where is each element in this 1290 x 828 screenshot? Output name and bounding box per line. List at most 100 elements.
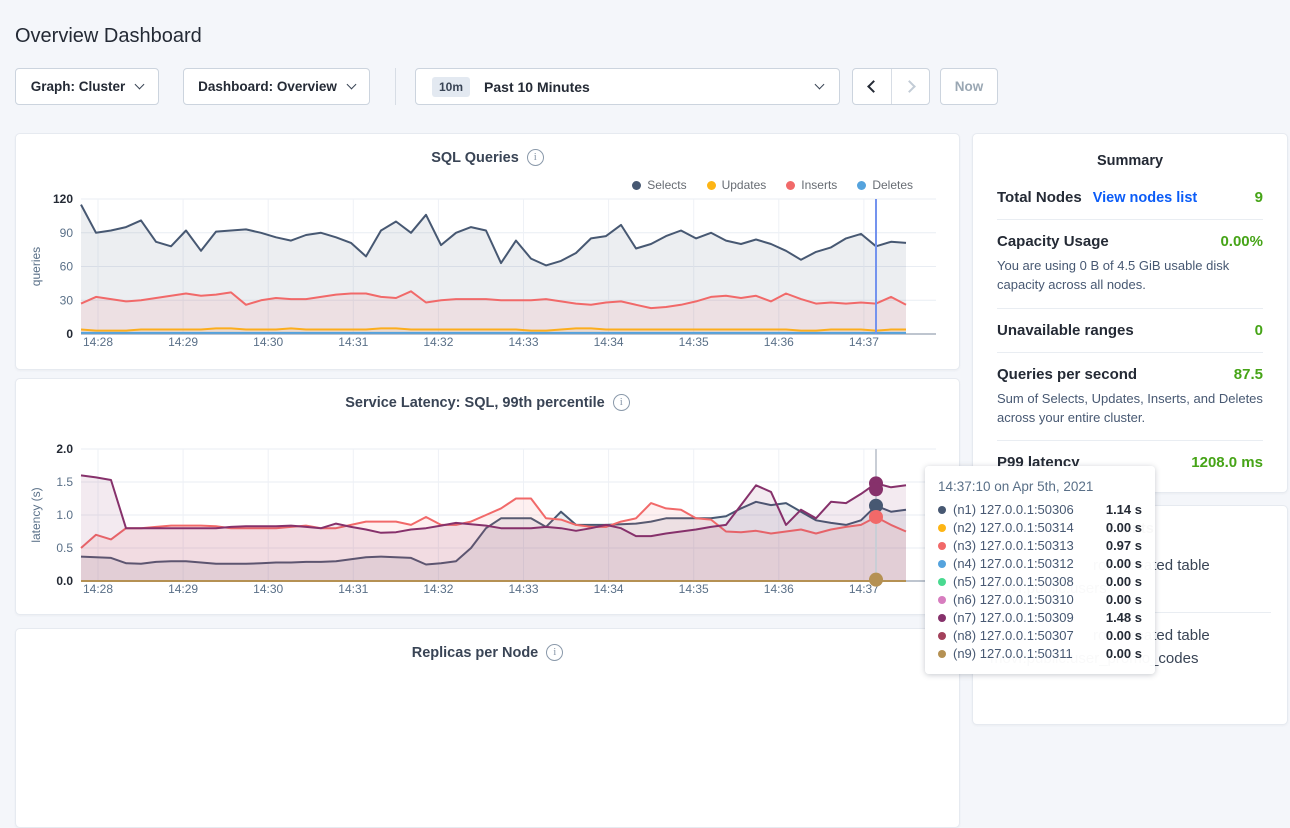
legend-label: Inserts — [801, 178, 837, 192]
service-latency-chart[interactable]: 0.00.51.01.52.014:2814:2914:3014:3114:32… — [16, 379, 961, 616]
tooltip-node-label: (n2) 127.0.0.1:50314 — [953, 519, 1074, 537]
summary-row-value: 0.00% — [1220, 233, 1263, 250]
tooltip-rows: (n1) 127.0.0.1:503061.14 s(n2) 127.0.0.1… — [938, 501, 1142, 663]
legend-label: Updates — [722, 178, 767, 192]
chevron-down-icon — [815, 80, 825, 90]
tooltip-node-label: (n6) 127.0.0.1:50310 — [953, 591, 1074, 609]
tooltip-node-value: 0.00 s — [1106, 591, 1142, 609]
svg-text:14:32: 14:32 — [423, 335, 453, 349]
svg-text:0.5: 0.5 — [56, 541, 73, 555]
summary-row-head: Queries per second87.5 — [997, 366, 1263, 383]
info-icon[interactable]: i — [527, 149, 544, 166]
svg-text:14:28: 14:28 — [83, 582, 113, 596]
svg-text:14:37: 14:37 — [849, 335, 879, 349]
chevron-down-icon — [346, 80, 356, 90]
time-range-label: Past 10 Minutes — [484, 79, 590, 95]
divider — [395, 68, 396, 105]
time-nav-group — [852, 68, 930, 105]
page-title: Overview Dashboard — [15, 25, 202, 48]
svg-text:queries: queries — [29, 247, 43, 286]
svg-text:14:31: 14:31 — [338, 582, 368, 596]
tooltip-row: (n2) 127.0.0.1:503140.00 s — [938, 519, 1142, 537]
sql-legend: Selects Updates Inserts Deletes — [632, 178, 913, 192]
service-latency-panel: Service Latency: SQL, 99th percentile i … — [15, 378, 960, 615]
summary-row: Total NodesView nodes list9 — [997, 176, 1263, 219]
chevron-down-icon — [135, 80, 145, 90]
graph-dropdown[interactable]: Graph: Cluster — [15, 68, 159, 105]
summary-row-value: 9 — [1255, 189, 1263, 206]
info-icon[interactable]: i — [613, 394, 630, 411]
tooltip-row: (n3) 127.0.0.1:50313 0.97 s — [938, 537, 1142, 555]
summary-row-label: Unavailable ranges — [997, 322, 1134, 339]
svg-text:1.0: 1.0 — [56, 508, 73, 522]
info-icon[interactable]: i — [546, 644, 563, 661]
tooltip-node-label: (n4) 127.0.0.1:50312 — [953, 555, 1074, 573]
time-forward-button[interactable] — [891, 69, 929, 104]
tooltip-node-value: 0.00 s — [1106, 573, 1142, 591]
tooltip-node-label: (n8) 127.0.0.1:50307 — [953, 627, 1074, 645]
tooltip-row: (n7) 127.0.0.1:503091.48 s — [938, 609, 1142, 627]
summary-rows: Total NodesView nodes list9Capacity Usag… — [997, 176, 1263, 484]
sql-queries-chart[interactable]: 030609012014:2814:2914:3014:3114:3214:33… — [16, 134, 961, 371]
view-nodes-link[interactable]: View nodes list — [1093, 190, 1198, 206]
time-range-badge: 10m — [432, 77, 470, 97]
svg-text:14:29: 14:29 — [168, 582, 198, 596]
svg-text:latency (s): latency (s) — [29, 487, 43, 542]
legend-item: Inserts — [786, 178, 837, 192]
summary-row: Queries per second87.5 Sum of Selects, Up… — [997, 352, 1263, 441]
summary-row-value: 1208.0 ms — [1191, 454, 1263, 471]
summary-panel: Summary Total NodesView nodes list9Capac… — [972, 133, 1288, 493]
service-latency-title: Service Latency: SQL, 99th percentile — [345, 395, 605, 411]
dashboard-dropdown[interactable]: Dashboard: Overview — [183, 68, 370, 105]
summary-row-head: Total NodesView nodes list9 — [997, 189, 1263, 206]
tooltip-row: (n5) 127.0.0.1:50308 0.00 s — [938, 573, 1142, 591]
svg-text:0.0: 0.0 — [56, 574, 73, 588]
summary-row: Capacity Usage0.00%You are using 0 B of … — [997, 219, 1263, 308]
tooltip-row: (n1) 127.0.0.1:503061.14 s — [938, 501, 1142, 519]
tooltip-row: (n9) 127.0.0.1:503110.00 s — [938, 645, 1142, 663]
svg-text:90: 90 — [60, 226, 74, 240]
tooltip-node-label: (n3) 127.0.0.1:50313 — [953, 537, 1074, 555]
controls-bar: Graph: Cluster Dashboard: Overview 10m P… — [0, 68, 1290, 105]
svg-text:2.0: 2.0 — [56, 442, 73, 456]
replicas-per-node-title: Replicas per Node — [412, 645, 539, 661]
svg-text:120: 120 — [53, 192, 73, 206]
legend-dot-icon — [786, 181, 795, 190]
tooltip-node-label: (n9) 127.0.0.1:50311 — [953, 645, 1073, 663]
time-back-button[interactable] — [853, 69, 891, 104]
now-button[interactable]: Now — [940, 68, 998, 105]
tooltip-node-value: 0.00 s — [1106, 627, 1142, 645]
svg-text:14:34: 14:34 — [594, 582, 624, 596]
svg-text:14:30: 14:30 — [253, 335, 283, 349]
legend-label: Selects — [647, 178, 686, 192]
svg-text:14:35: 14:35 — [679, 335, 709, 349]
svg-text:14:36: 14:36 — [764, 335, 794, 349]
summary-title: Summary — [973, 134, 1287, 176]
legend-item: Updates — [707, 178, 767, 192]
tooltip-node-value: 0.00 s — [1106, 555, 1142, 573]
svg-text:14:32: 14:32 — [423, 582, 453, 596]
node-color-dot-icon — [938, 542, 946, 550]
node-color-dot-icon — [938, 596, 946, 604]
node-color-dot-icon — [938, 614, 946, 622]
svg-text:14:31: 14:31 — [338, 335, 368, 349]
svg-text:14:28: 14:28 — [83, 335, 113, 349]
sql-queries-panel: SQL Queries i SelectsUpdatesInsertsDelet… — [15, 133, 960, 370]
node-color-dot-icon — [938, 578, 946, 586]
tooltip-node-label: (n5) 127.0.0.1:50308 — [953, 573, 1074, 591]
tooltip-node-value: 0.97 s — [1106, 537, 1142, 555]
legend-item: Deletes — [857, 178, 913, 192]
tooltip-node-value: 1.14 s — [1106, 501, 1142, 519]
summary-row-label: Capacity Usage — [997, 233, 1109, 250]
legend-dot-icon — [707, 181, 716, 190]
legend-dot-icon — [632, 181, 641, 190]
svg-text:14:29: 14:29 — [168, 335, 198, 349]
tooltip-row: (n6) 127.0.0.1:50310 0.00 s — [938, 591, 1142, 609]
node-color-dot-icon — [938, 506, 946, 514]
svg-text:14:36: 14:36 — [764, 582, 794, 596]
time-range-select[interactable]: 10m Past 10 Minutes — [415, 68, 840, 105]
node-color-dot-icon — [938, 560, 946, 568]
chevron-right-icon — [903, 80, 916, 93]
tooltip-node-value: 1.48 s — [1106, 609, 1142, 627]
summary-row-note: Sum of Selects, Updates, Inserts, and De… — [997, 390, 1263, 428]
